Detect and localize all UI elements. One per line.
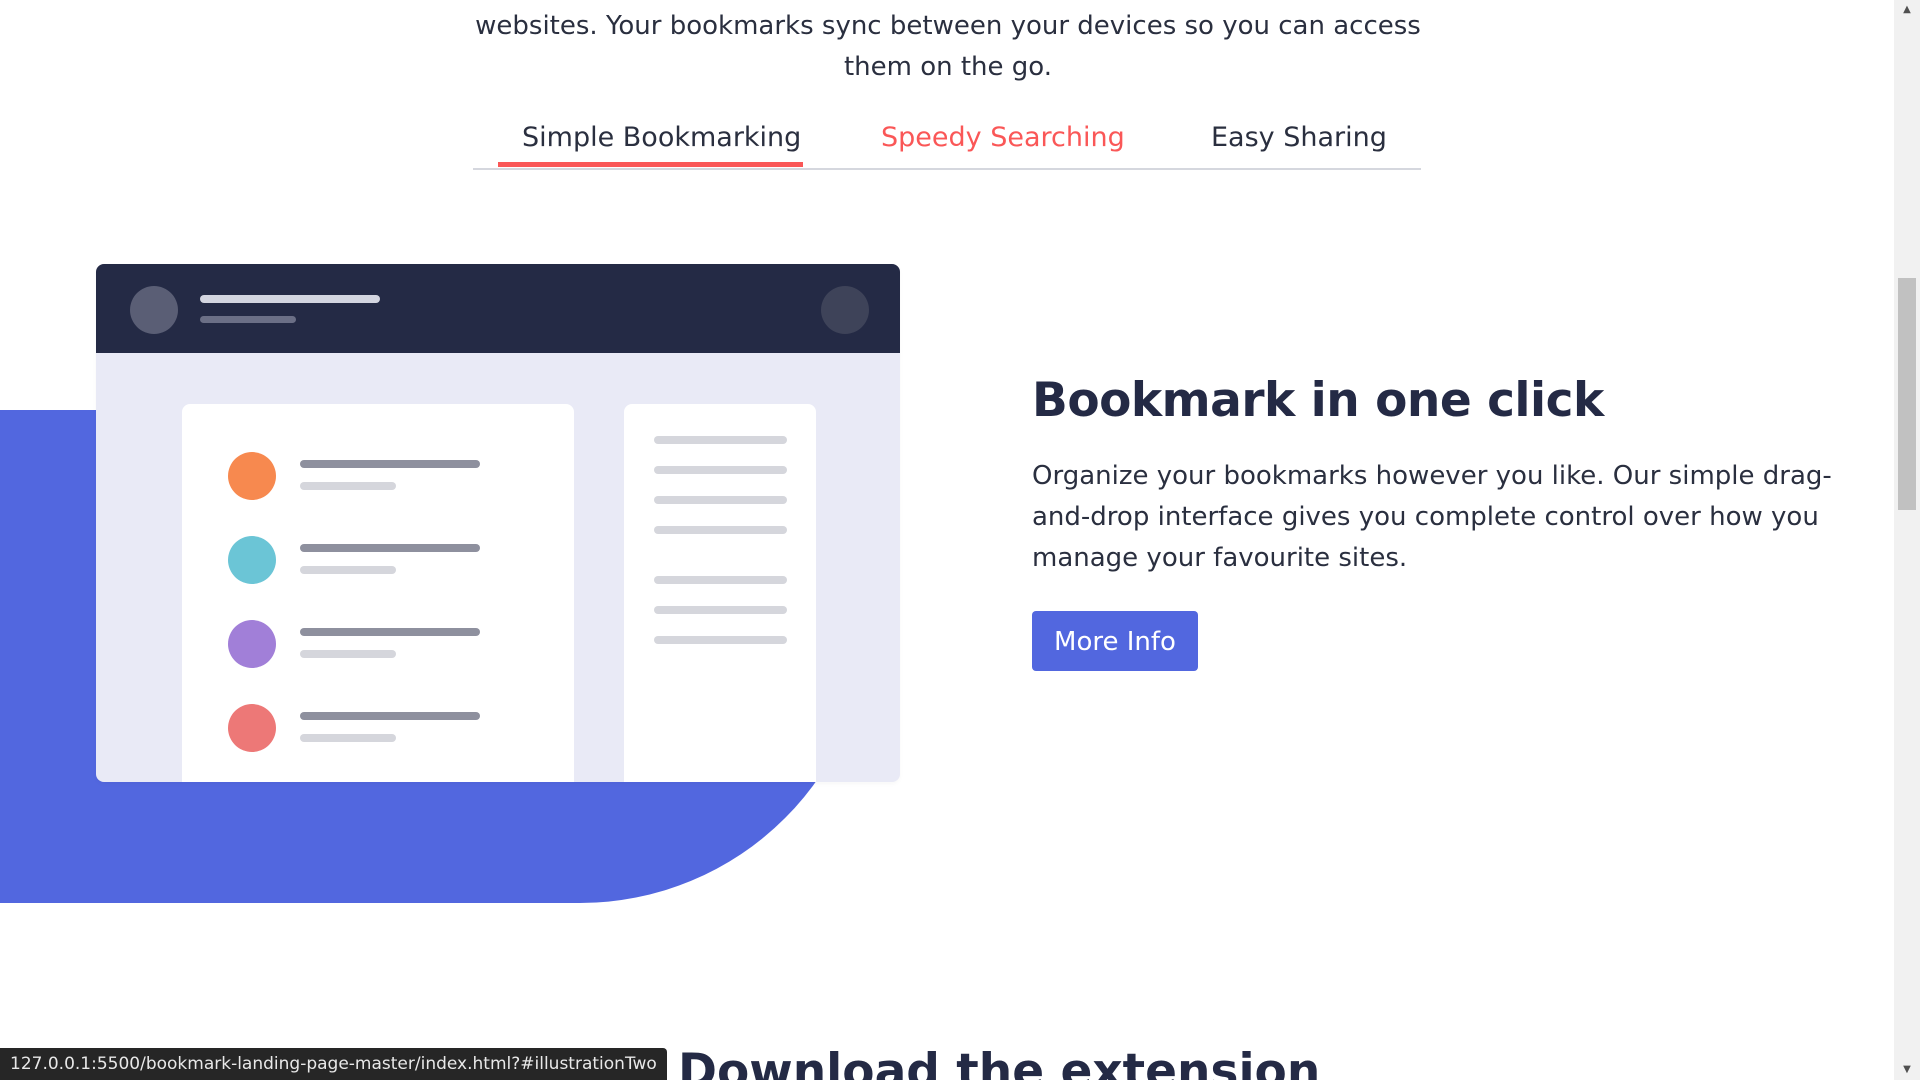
features-intro: websites. Your bookmarks sync between yo…	[0, 6, 1896, 88]
illustration-bookmark-list	[182, 404, 574, 782]
illustration-header	[96, 264, 900, 353]
download-section-heading: Download the extension	[678, 1044, 1321, 1080]
panel-line	[654, 576, 787, 584]
intro-line-1: websites. Your bookmarks sync between yo…	[475, 11, 1421, 41]
list-line	[300, 482, 396, 490]
panel-line	[654, 436, 787, 444]
link-preview-status-bar: 127.0.0.1:5500/bookmark-landing-page-mas…	[0, 1048, 667, 1080]
panel-line	[654, 636, 787, 644]
list-line	[300, 628, 480, 636]
feature-title: Bookmark in one click	[1032, 373, 1604, 428]
list-line	[300, 734, 396, 742]
panel-line	[654, 606, 787, 614]
illustration-side-panel	[624, 404, 816, 782]
panel-line	[654, 466, 787, 474]
bookmark-illustration	[96, 264, 900, 782]
feature-description-line: and-drop interface gives you complete co…	[1032, 502, 1819, 532]
scrollbar-thumb[interactable]	[1898, 278, 1916, 510]
list-line	[300, 460, 480, 468]
panel-line	[654, 496, 787, 504]
feature-description-line: Organize your bookmarks however you like…	[1032, 461, 1832, 491]
bookmark-dot	[228, 536, 276, 584]
panel-line	[654, 526, 787, 534]
feature-description-line: manage your favourite sites.	[1032, 543, 1408, 573]
illustration-header-line	[200, 295, 380, 303]
bookmark-dot	[228, 452, 276, 500]
more-info-button[interactable]: More Info	[1032, 611, 1198, 671]
feature-description: Organize your bookmarks however you like…	[1032, 456, 1832, 579]
feature-tabs: Simple Bookmarking Speedy Searching Easy…	[473, 118, 1421, 170]
list-line	[300, 544, 480, 552]
page-viewport: websites. Your bookmarks sync between yo…	[0, 0, 1920, 1080]
tab-simple-bookmarking[interactable]: Simple Bookmarking	[522, 122, 801, 153]
active-tab-underline	[498, 162, 803, 167]
bookmark-dot	[228, 620, 276, 668]
list-line	[300, 566, 396, 574]
bookmark-dot	[228, 704, 276, 752]
tab-easy-sharing[interactable]: Easy Sharing	[1211, 122, 1387, 153]
list-line	[300, 712, 480, 720]
intro-line-2: them on the go.	[843, 52, 1053, 82]
tab-speedy-searching[interactable]: Speedy Searching	[881, 122, 1125, 153]
triangle-down-icon[interactable]: ▼	[1894, 1060, 1920, 1080]
illustration-avatar	[130, 286, 178, 334]
illustration-menu-circle	[821, 286, 869, 334]
list-line	[300, 650, 396, 658]
triangle-up-icon[interactable]: ▲	[1894, 0, 1920, 20]
illustration-header-line	[200, 316, 296, 323]
vertical-scrollbar[interactable]: ▲ ▼	[1894, 0, 1920, 1080]
